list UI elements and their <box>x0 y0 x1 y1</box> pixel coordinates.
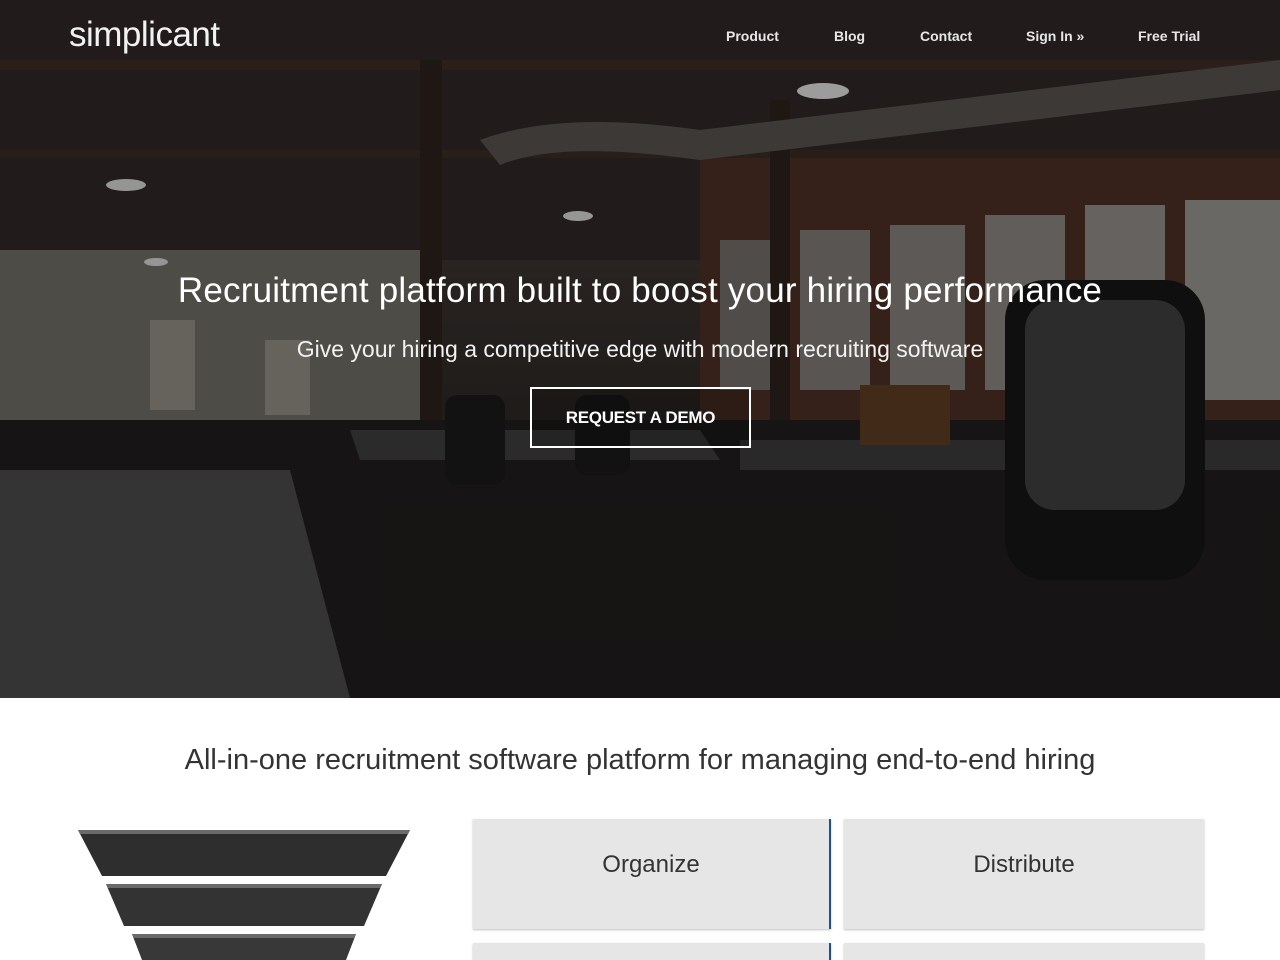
hero-title: Recruitment platform built to boost your… <box>177 271 1103 310</box>
nav-free-trial[interactable]: Free Trial <box>1138 28 1200 46</box>
request-demo-button[interactable]: REQUEST A DEMO <box>530 387 751 448</box>
funnel-graphic <box>78 830 410 960</box>
logo[interactable]: simplicant <box>69 15 220 55</box>
nav-contact[interactable]: Contact <box>920 28 972 46</box>
nav-sign-in[interactable]: Sign In » <box>1026 28 1084 46</box>
feature-distribute[interactable]: Distribute <box>844 819 1204 929</box>
nav-blog[interactable]: Blog <box>834 28 865 46</box>
feature-card[interactable] <box>844 943 1204 960</box>
nav-product[interactable]: Product <box>726 28 779 46</box>
hero-subtitle: Give your hiring a competitive edge with… <box>296 336 984 362</box>
section-title: All-in-one recruitment software platform… <box>184 744 1096 776</box>
hero-section: simplicant Product Blog Contact Sign In … <box>0 0 1280 698</box>
feature-organize[interactable]: Organize <box>473 819 831 929</box>
feature-card[interactable] <box>473 943 831 960</box>
